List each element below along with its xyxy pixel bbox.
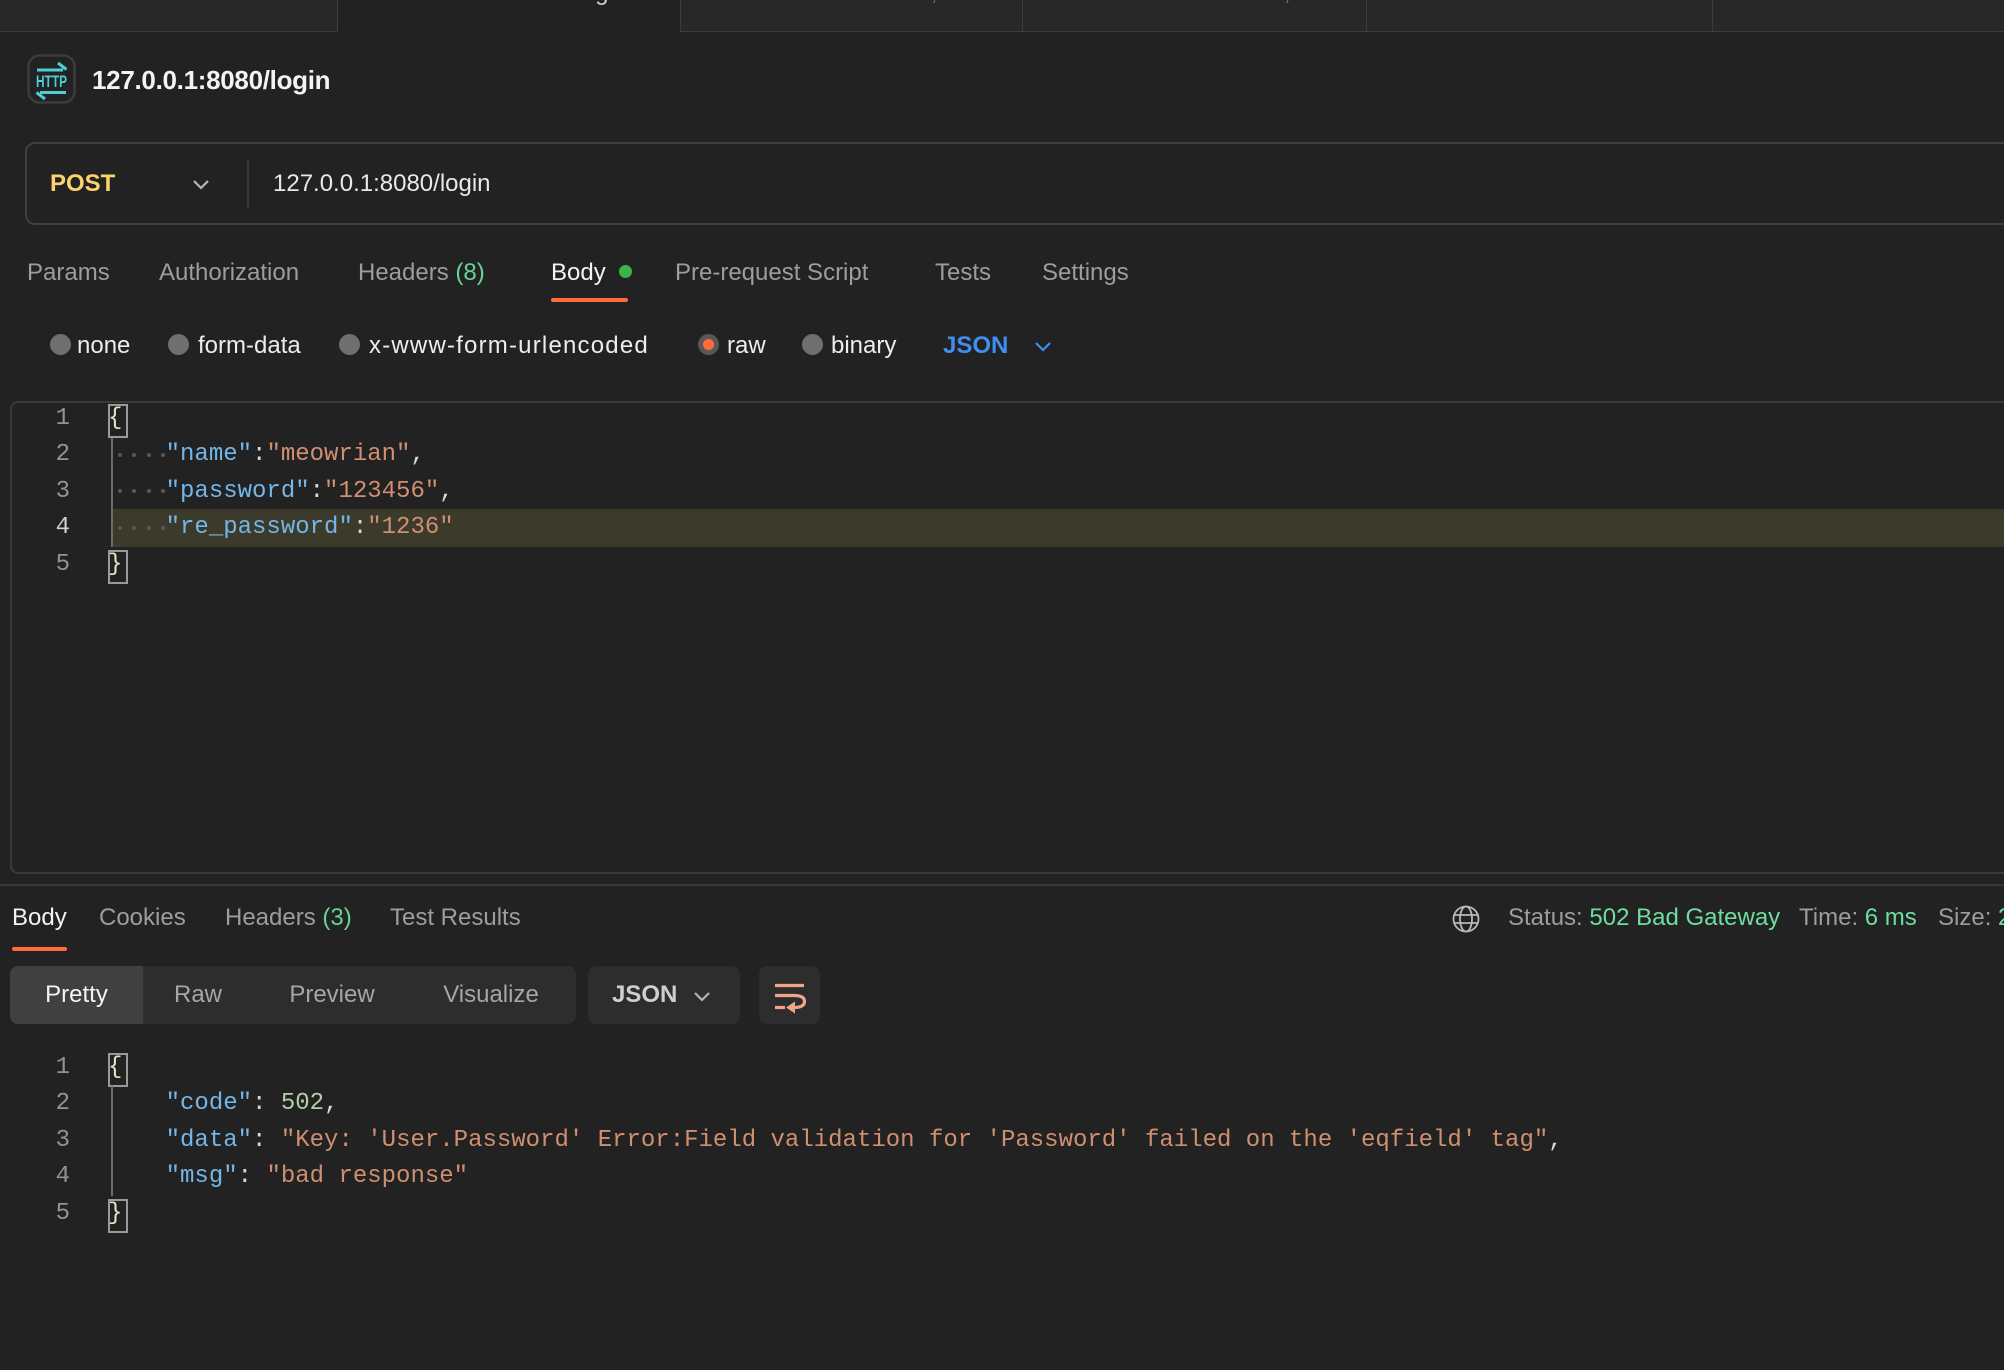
- svg-text:HTTP: HTTP: [36, 72, 67, 91]
